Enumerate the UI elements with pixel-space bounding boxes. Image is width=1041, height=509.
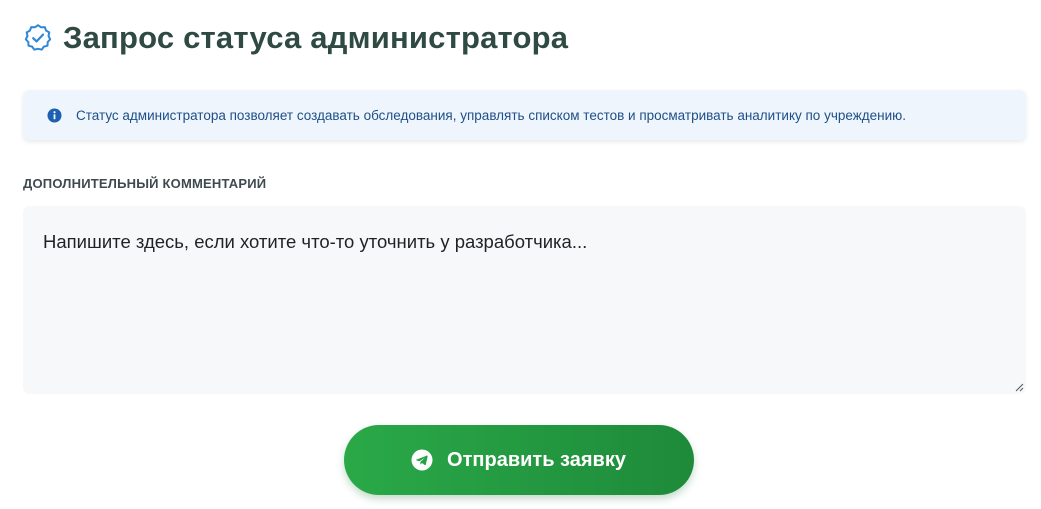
comment-field-wrapper [23, 206, 1026, 394]
resize-handle-icon[interactable] [1014, 382, 1024, 392]
info-banner: Статус администратора позволяет создават… [23, 90, 1026, 140]
info-text: Статус администратора позволяет создават… [76, 107, 907, 123]
page-header: Запрос статуса администратора [23, 0, 1025, 76]
info-icon [47, 108, 62, 123]
comment-textarea[interactable] [23, 206, 1026, 394]
submit-button-label: Отправить заявку [447, 448, 626, 471]
comment-label: ДОПОЛНИТЕЛЬНЫЙ КОММЕНТАРИЙ [23, 176, 267, 191]
submit-row: Отправить заявку [23, 425, 1025, 495]
page-title: Запрос статуса администратора [63, 20, 569, 55]
telegram-send-icon [411, 449, 433, 471]
submit-request-button[interactable]: Отправить заявку [343, 425, 694, 495]
admin-request-page: Запрос статуса администратора Статус адм… [0, 0, 1041, 509]
verified-badge-icon [23, 23, 53, 53]
